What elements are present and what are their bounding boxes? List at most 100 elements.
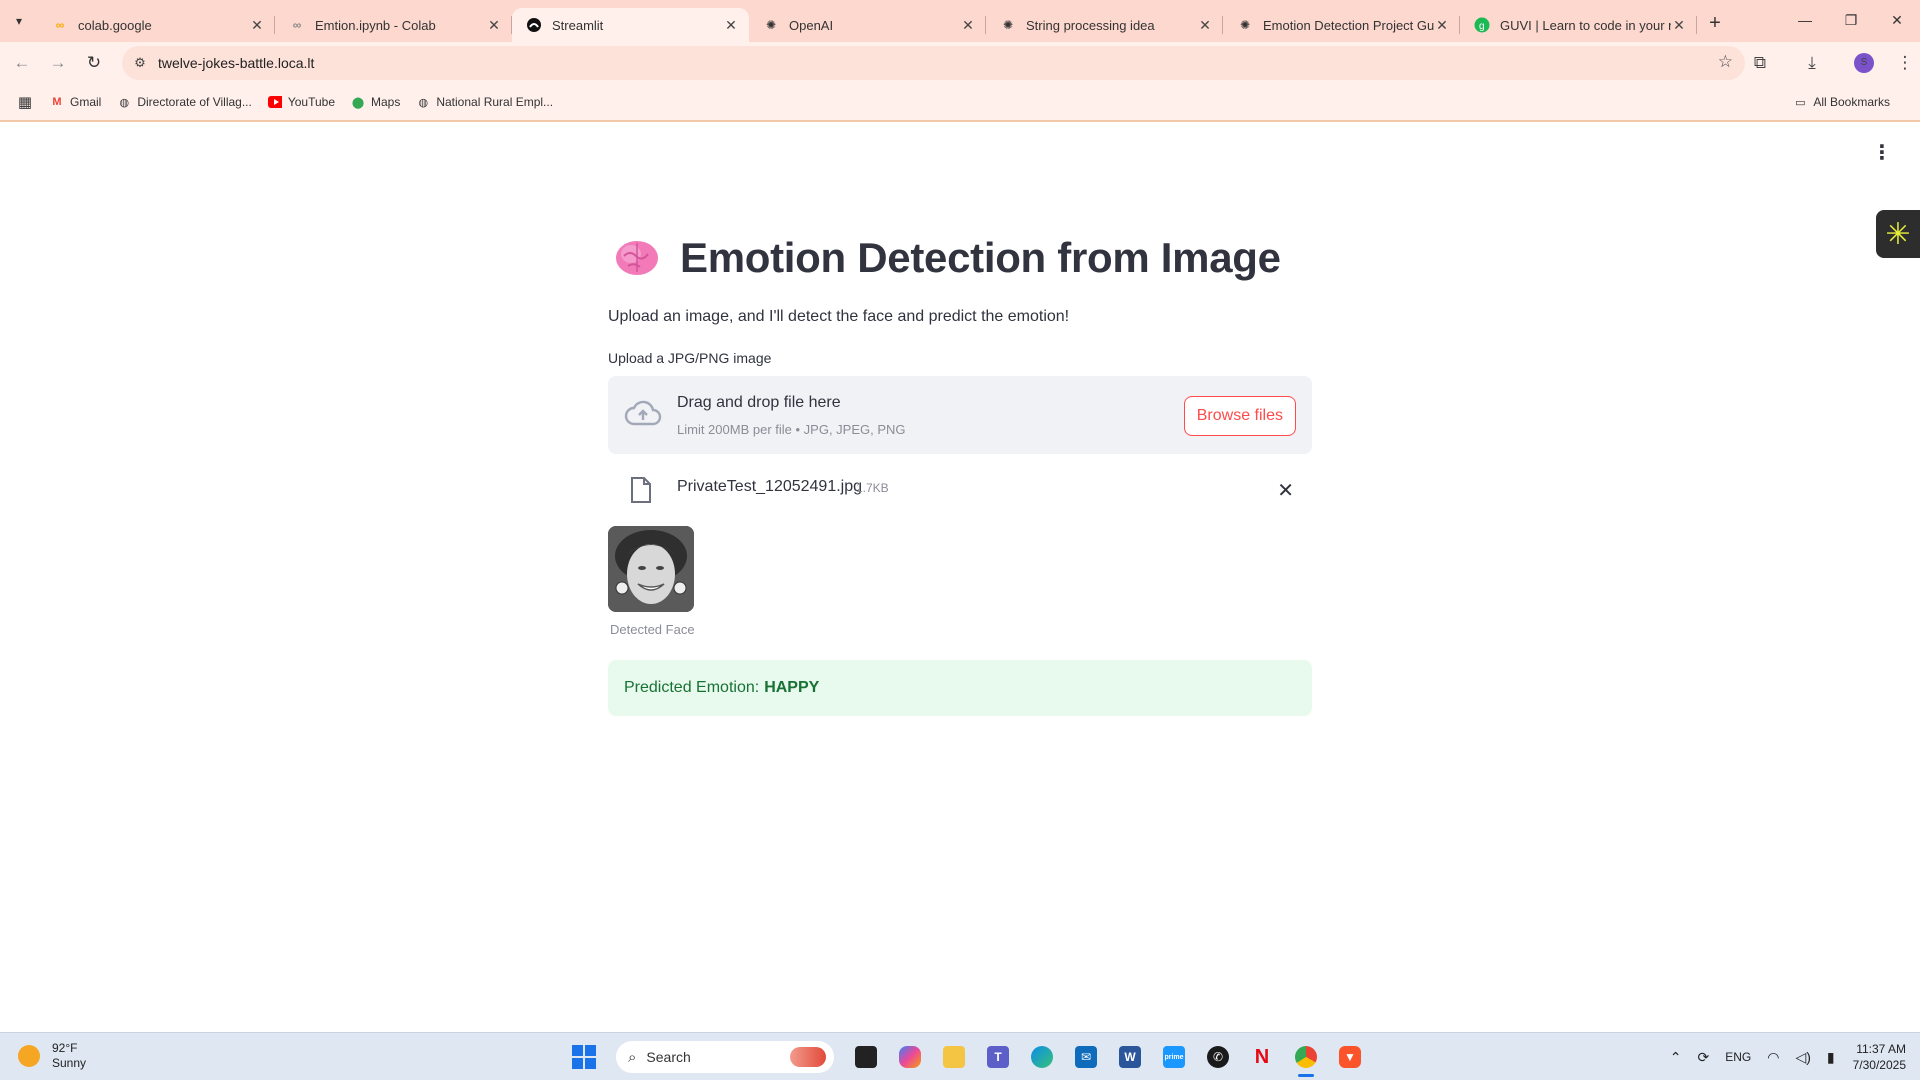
cloud-upload-icon bbox=[624, 400, 662, 426]
prime-video-icon[interactable]: prime bbox=[1154, 1039, 1194, 1075]
reload-icon[interactable]: ↻ bbox=[76, 53, 112, 73]
minimize-icon[interactable]: — bbox=[1782, 0, 1828, 40]
clock[interactable]: 11:37 AM 7/30/2025 bbox=[1853, 1041, 1906, 1073]
browser-menu-icon[interactable]: ⋮ bbox=[1890, 53, 1920, 73]
uploaded-file-item: PrivateTest_12052491.jpg 1.7KB ✕ bbox=[608, 466, 1312, 514]
address-bar[interactable]: ⚙ twelve-jokes-battle.loca.lt ☆ bbox=[122, 46, 1745, 80]
tab-title: OpenAI bbox=[789, 17, 834, 33]
download-icon[interactable]: ⤓ bbox=[1786, 53, 1838, 73]
window-controls: — ❐ ✕ bbox=[1782, 0, 1920, 42]
chrome-icon[interactable] bbox=[1286, 1039, 1326, 1077]
browser-tab[interactable]: g GUVI | Learn to code in your na ✕ bbox=[1460, 8, 1697, 42]
bookmark-maps[interactable]: ⬤ Maps bbox=[351, 95, 401, 109]
browser-tab[interactable]: ✺ OpenAI ✕ bbox=[749, 8, 986, 42]
bookmark-label: Maps bbox=[371, 95, 401, 109]
word-icon[interactable]: W bbox=[1110, 1039, 1150, 1075]
chevron-up-icon[interactable]: ⌃ bbox=[1670, 1049, 1682, 1066]
bookmark-directorate[interactable]: ◍ Directorate of Villag... bbox=[117, 95, 252, 109]
windows-taskbar: 92°F Sunny ⌕ Search T ✉ W prime ✆ N ▼ ⌃ … bbox=[0, 1032, 1920, 1080]
windows-start-icon[interactable] bbox=[572, 1045, 596, 1069]
remove-file-close-icon[interactable]: ✕ bbox=[1277, 478, 1294, 503]
sync-icon[interactable]: ⟳ bbox=[1697, 1049, 1709, 1066]
browse-files-button[interactable]: Browse files bbox=[1183, 396, 1296, 436]
teams-icon[interactable]: T bbox=[978, 1039, 1018, 1075]
prediction-result-alert: Predicted Emotion: HAPPY bbox=[608, 660, 1312, 716]
browser-tab-active[interactable]: Streamlit ✕ bbox=[512, 8, 749, 42]
browser-tab[interactable]: ✺ String processing idea ✕ bbox=[986, 8, 1223, 42]
gmail-icon: M bbox=[52, 96, 62, 108]
app-title: Emotion Detection from Image bbox=[680, 234, 1281, 281]
tab-search-chevron-icon[interactable]: ▾ bbox=[0, 0, 38, 42]
file-explorer-icon[interactable] bbox=[934, 1039, 974, 1075]
file-icon bbox=[631, 477, 651, 503]
browser-tab[interactable]: ∞ Emtion.ipynb - Colab ✕ bbox=[275, 8, 512, 42]
weather-temperature: 92°F bbox=[52, 1041, 78, 1055]
bookmark-gmail[interactable]: M Gmail bbox=[50, 95, 101, 109]
brave-icon[interactable]: ▼ bbox=[1330, 1039, 1370, 1075]
maps-icon: ⬤ bbox=[351, 96, 365, 109]
browser-tab[interactable]: ∞ colab.google ✕ bbox=[38, 8, 275, 42]
search-icon: ⌕ bbox=[628, 1048, 637, 1066]
search-highlight-icon bbox=[790, 1047, 826, 1067]
browser-tab[interactable]: ✺ Emotion Detection Project Guid ✕ bbox=[1223, 8, 1460, 42]
tab-title: Emtion.ipynb - Colab bbox=[315, 17, 436, 33]
uploader-label: Upload a JPG/PNG image bbox=[608, 350, 772, 366]
copilot-icon[interactable] bbox=[890, 1039, 930, 1075]
bookmark-nrega[interactable]: ◍ National Rural Empl... bbox=[416, 95, 554, 109]
netflix-icon[interactable]: N bbox=[1242, 1039, 1282, 1075]
new-tab-plus-icon[interactable]: + bbox=[1697, 12, 1733, 35]
battery-icon[interactable]: ▮ bbox=[1827, 1049, 1835, 1066]
bookmark-star-icon[interactable]: ☆ bbox=[1718, 52, 1733, 72]
dropzone-title: Drag and drop file here bbox=[677, 394, 841, 411]
openai-icon: ✺ bbox=[765, 18, 777, 32]
file-dropzone[interactable]: Drag and drop file here Limit 200MB per … bbox=[608, 376, 1312, 454]
apps-grid-icon[interactable]: ▦ bbox=[0, 93, 50, 111]
colab-icon: ∞ bbox=[55, 18, 65, 32]
globe-icon: ◍ bbox=[418, 96, 429, 109]
streamlit-sparkle-icon[interactable]: ✳ bbox=[1876, 210, 1920, 258]
site-info-icon[interactable]: ⚙ bbox=[122, 55, 158, 71]
task-view-icon[interactable] bbox=[846, 1039, 886, 1075]
tab-close-icon[interactable]: ✕ bbox=[1197, 17, 1213, 34]
bookmark-label: Directorate of Villag... bbox=[137, 95, 252, 109]
tab-close-icon[interactable]: ✕ bbox=[249, 17, 265, 34]
tab-title: Streamlit bbox=[552, 17, 604, 33]
system-tray: ⌃ ⟳ ENG ◠ ◁) ▮ 11:37 AM 7/30/2025 bbox=[1662, 1039, 1906, 1075]
tab-close-icon[interactable]: ✕ bbox=[723, 17, 739, 34]
clock-time: 11:37 AM bbox=[1856, 1042, 1906, 1056]
weather-widget[interactable]: 92°F Sunny bbox=[18, 1041, 86, 1071]
taskbar-search[interactable]: ⌕ Search bbox=[616, 1041, 834, 1073]
browser-toolbar: ← → ↻ ⚙ twelve-jokes-battle.loca.lt ☆ ⧉ … bbox=[0, 42, 1920, 84]
tab-close-icon[interactable]: ✕ bbox=[960, 17, 976, 34]
url-text[interactable]: twelve-jokes-battle.loca.lt bbox=[158, 55, 314, 71]
back-arrow-icon[interactable]: ← bbox=[4, 53, 40, 73]
whatsapp-icon[interactable]: ✆ bbox=[1198, 1039, 1238, 1075]
app-menu-icon[interactable]: ⋮ bbox=[1872, 140, 1892, 165]
guvi-icon: g bbox=[1474, 17, 1490, 33]
file-name: PrivateTest_12052491.jpg bbox=[677, 478, 863, 495]
tab-close-icon[interactable]: ✕ bbox=[486, 17, 502, 34]
openai-icon: ✺ bbox=[1002, 18, 1014, 32]
edge-icon[interactable] bbox=[1022, 1039, 1062, 1075]
taskbar-apps: ⌕ Search T ✉ W prime ✆ N ▼ bbox=[568, 1039, 1372, 1077]
bookmark-youtube[interactable]: YouTube bbox=[267, 95, 335, 109]
brain-icon bbox=[616, 241, 658, 275]
bookmarks-bar: ▦ M Gmail ◍ Directorate of Villag... You… bbox=[0, 84, 1920, 122]
youtube-icon bbox=[267, 95, 282, 109]
forward-arrow-icon[interactable]: → bbox=[40, 53, 76, 73]
extensions-puzzle-icon[interactable]: ⧉ bbox=[1734, 53, 1786, 73]
profile-avatar[interactable]: S bbox=[1854, 53, 1874, 73]
close-window-icon[interactable]: ✕ bbox=[1874, 0, 1920, 40]
bookmark-label: YouTube bbox=[287, 95, 335, 109]
mail-icon[interactable]: ✉ bbox=[1066, 1039, 1106, 1075]
volume-icon[interactable]: ◁) bbox=[1795, 1049, 1810, 1066]
language-indicator[interactable]: ENG bbox=[1725, 1050, 1751, 1064]
restore-icon[interactable]: ❐ bbox=[1828, 0, 1874, 40]
wifi-icon[interactable]: ◠ bbox=[1767, 1049, 1779, 1066]
tab-close-icon[interactable]: ✕ bbox=[1434, 17, 1450, 34]
tab-close-icon[interactable]: ✕ bbox=[1671, 17, 1687, 34]
search-placeholder: Search bbox=[646, 1049, 691, 1065]
svg-text:g: g bbox=[1479, 21, 1485, 32]
tab-title: Emotion Detection Project Guid bbox=[1263, 17, 1434, 33]
all-bookmarks[interactable]: ▭ All Bookmarks bbox=[1793, 95, 1890, 109]
